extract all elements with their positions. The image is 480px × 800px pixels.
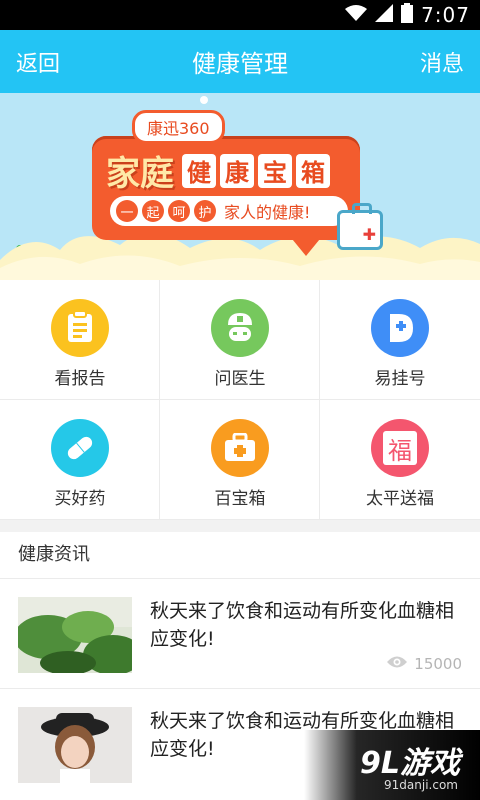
shortcut-registration[interactable]: 易挂号 bbox=[320, 280, 480, 400]
banner-badge: 康迅360 家庭 健 康 宝 箱 一 起 呵 护 家人的健康! bbox=[92, 110, 360, 256]
page-title: 健康管理 bbox=[192, 50, 288, 78]
news-thumbnail bbox=[18, 597, 132, 673]
pill-icon bbox=[51, 419, 109, 477]
wifi-icon bbox=[345, 4, 368, 26]
shortcut-view-report[interactable]: 看报告 bbox=[0, 280, 160, 400]
eye-icon bbox=[386, 655, 408, 673]
clock: 7:07 bbox=[421, 3, 470, 27]
shortcut-label: 买好药 bbox=[54, 489, 106, 509]
headline-char: 健 bbox=[182, 153, 216, 188]
report-icon bbox=[51, 299, 109, 357]
view-count-value: 15000 bbox=[414, 655, 462, 673]
watermark-logo: 9L游戏 bbox=[360, 746, 460, 781]
headline-char: 宝 bbox=[258, 153, 292, 188]
status-icons: 7:07 bbox=[345, 0, 470, 30]
news-thumbnail bbox=[18, 707, 132, 783]
app-bar: 返回 健康管理 消息 bbox=[0, 30, 480, 93]
banner-tagline: 一 起 呵 护 家人的健康! bbox=[110, 196, 348, 226]
section-separator bbox=[0, 520, 480, 532]
fu-glyph: 福 bbox=[383, 431, 417, 465]
headline-char: 箱 bbox=[296, 153, 330, 188]
news-item[interactable]: 秋天来了饮食和运动有所变化血糖相应变化! 15000 bbox=[0, 579, 480, 689]
registration-icon bbox=[371, 299, 429, 357]
fu-icon: 福 bbox=[371, 419, 429, 477]
tagline-text: 家人的健康! bbox=[224, 203, 311, 222]
view-count: 15000 bbox=[386, 655, 462, 673]
shortcut-label: 看报告 bbox=[54, 369, 106, 389]
banner-headline: 家庭 健 康 宝 箱 bbox=[106, 146, 330, 195]
shortcut-buy-medicine[interactable]: 买好药 bbox=[0, 400, 160, 520]
tagline-char: 起 bbox=[142, 200, 164, 222]
medical-kit-icon: ✚ bbox=[337, 203, 383, 250]
signal-icon bbox=[375, 4, 394, 26]
news-title: 秋天来了饮食和运动有所变化血糖相应变化! bbox=[150, 600, 455, 650]
headline-boxes: 健 康 宝 箱 bbox=[182, 153, 330, 188]
news-section-title: 健康资讯 bbox=[18, 544, 90, 565]
headline-part1: 家庭 bbox=[106, 154, 174, 194]
shortcut-ask-doctor[interactable]: 问医生 bbox=[160, 280, 320, 400]
watermark-overlay: 9L游戏 91danji.com bbox=[304, 730, 480, 800]
shortcut-label: 百宝箱 bbox=[214, 489, 266, 509]
battery-icon bbox=[401, 3, 414, 27]
banner-brand: 康迅360 bbox=[132, 110, 225, 144]
shortcut-label: 问医生 bbox=[214, 369, 266, 389]
shortcut-toolbox[interactable]: 百宝箱 bbox=[160, 400, 320, 520]
shortcut-label: 易挂号 bbox=[374, 369, 426, 389]
tagline-char: 一 bbox=[116, 200, 138, 222]
status-bar: 7:07 bbox=[0, 0, 480, 30]
badge-tail bbox=[288, 234, 324, 256]
tagline-char: 护 bbox=[194, 200, 216, 222]
carousel-indicator-active bbox=[200, 96, 208, 104]
doctor-icon bbox=[211, 299, 269, 357]
tagline-char: 呵 bbox=[168, 200, 190, 222]
messages-button[interactable]: 消息 bbox=[420, 30, 464, 93]
shortcut-label: 太平送福 bbox=[366, 489, 434, 509]
shortcut-blessing[interactable]: 福 太平送福 bbox=[320, 400, 480, 520]
back-button[interactable]: 返回 bbox=[16, 30, 60, 93]
watermark-url: 91danji.com bbox=[384, 778, 458, 792]
toolbox-icon bbox=[211, 419, 269, 477]
shortcut-grid: 看报告 问医生 易挂号 买好药 百宝箱 福 太平送福 bbox=[0, 280, 480, 520]
headline-char: 康 bbox=[220, 153, 254, 188]
